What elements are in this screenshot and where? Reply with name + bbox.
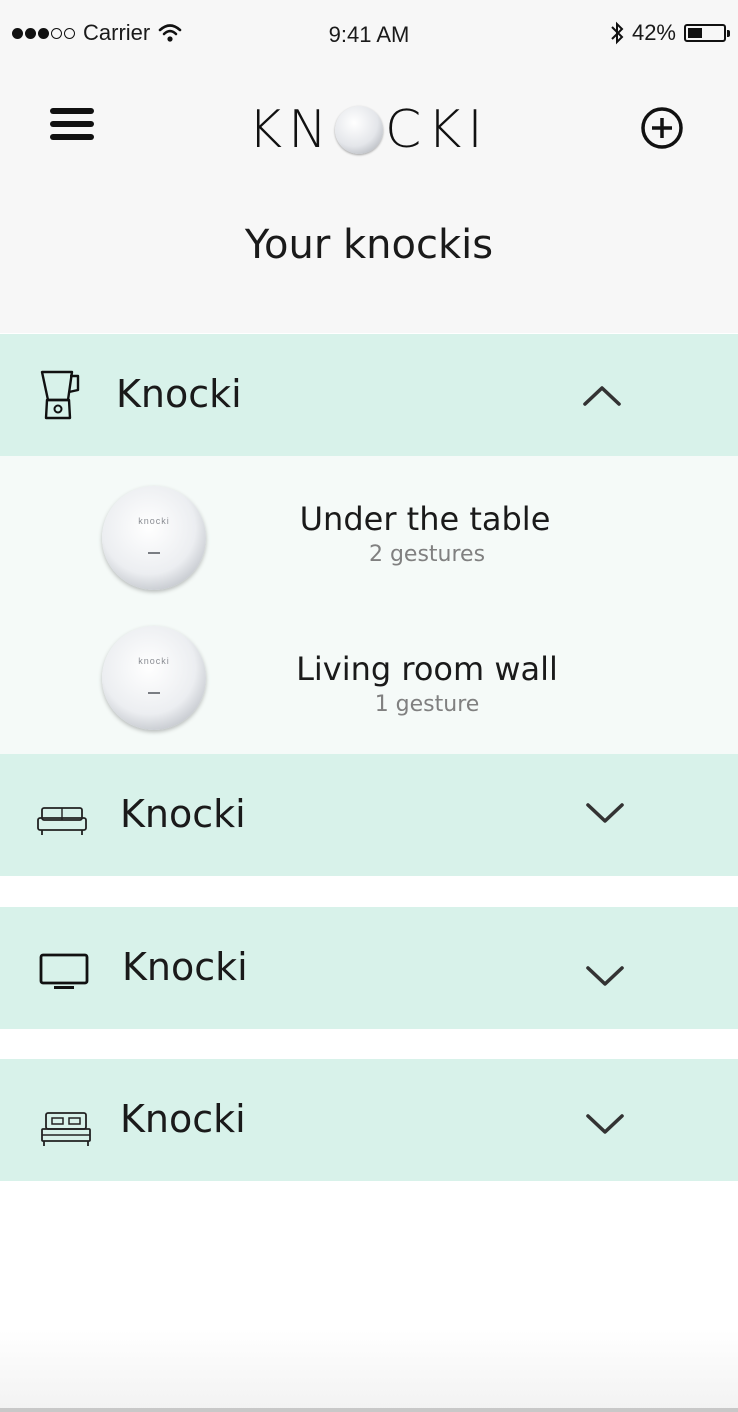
blender-icon	[40, 370, 80, 420]
group-label: Knocki	[120, 1097, 246, 1141]
chevron-down-icon[interactable]	[585, 963, 625, 989]
device-brand: knocki	[138, 656, 170, 666]
app-header: KN CKI Your knockis	[0, 66, 738, 333]
device-name: Under the table	[299, 500, 551, 538]
page-title: Your knockis	[244, 222, 494, 268]
logo-text-left: KN	[248, 100, 333, 160]
menu-icon-bar	[50, 121, 94, 127]
menu-icon-bar	[50, 108, 94, 114]
battery-icon	[684, 24, 730, 42]
logo-text-right: CKI	[385, 100, 489, 160]
menu-button[interactable]	[48, 106, 96, 142]
group-label: Knocki	[120, 792, 246, 836]
chevron-down-icon[interactable]	[585, 1111, 625, 1137]
group-row-blender[interactable]: Knocki	[0, 334, 738, 456]
status-right: 42%	[610, 20, 730, 46]
add-button[interactable]	[640, 106, 684, 150]
knocki-device-icon: knocki	[102, 486, 206, 590]
bed-icon	[41, 1112, 91, 1146]
battery-fill	[688, 28, 702, 38]
device-brand: knocki	[138, 516, 170, 526]
knocki-logo: KN CKI	[248, 100, 489, 160]
status-bar: Carrier 9:41 AM 42%	[0, 0, 738, 66]
device-dash	[148, 552, 160, 554]
bottom-divider	[0, 1408, 738, 1412]
group-row-sofa[interactable]: Knocki	[0, 754, 738, 876]
sofa-icon	[37, 807, 87, 835]
menu-icon-bar	[50, 134, 94, 140]
tv-icon	[39, 953, 89, 989]
device-name: Living room wall	[296, 650, 558, 688]
chevron-up-icon[interactable]	[582, 384, 622, 410]
group-label: Knocki	[116, 372, 242, 416]
battery-tip	[727, 30, 730, 37]
group-label: Knocki	[122, 945, 248, 989]
knocki-device-icon: knocki	[102, 626, 206, 730]
device-dash	[148, 692, 160, 694]
list-item-device[interactable]: knocki Under the table 2 gestures	[0, 476, 738, 606]
logo-disc-icon	[335, 106, 383, 154]
list-item-device[interactable]: knocki Living room wall 1 gesture	[0, 616, 738, 746]
group-row-bed[interactable]: Knocki	[0, 1059, 738, 1181]
device-gesture-count: 2 gestures	[368, 542, 486, 567]
device-gesture-count: 1 gesture	[374, 692, 480, 717]
group-row-tv[interactable]: Knocki	[0, 907, 738, 1029]
battery-percent: 42%	[631, 20, 676, 45]
expanded-device-list: knocki Under the table 2 gestures knocki…	[0, 456, 738, 754]
bottom-fade	[0, 1330, 738, 1412]
bluetooth-icon	[611, 21, 624, 45]
chevron-down-icon[interactable]	[585, 800, 625, 826]
